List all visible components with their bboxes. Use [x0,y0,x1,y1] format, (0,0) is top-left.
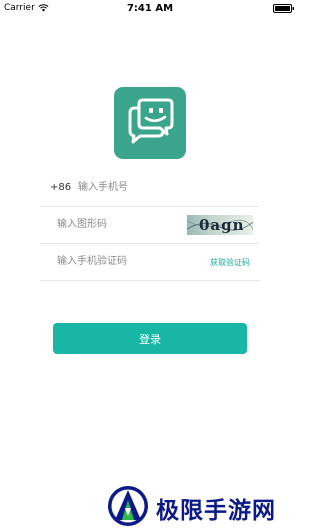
watermark-text: 极限手游网 [156,498,276,524]
country-code[interactable]: +86 [50,182,71,193]
watermark-logo-icon [108,486,148,526]
captcha-text: 0agn [199,216,245,234]
captcha-input[interactable] [57,215,177,233]
status-bar: Carrier 7:41 AM [0,0,300,18]
battery-icon [273,4,294,13]
watermark: 极限手游网 [106,484,296,528]
phone-input[interactable] [78,178,248,196]
login-form: +86 0agn 获取验证码 [40,170,260,281]
phone-row: +86 [40,170,260,207]
sms-code-row: 获取验证码 [40,244,260,281]
captcha-row: 0agn [40,207,260,244]
chat-bubbles-icon [128,98,174,144]
app-logo [114,87,186,159]
status-time: 7:41 AM [126,3,174,14]
sms-code-input[interactable] [57,252,177,270]
login-button[interactable]: 登录 [53,323,247,354]
captcha-image[interactable]: 0agn [187,215,253,235]
get-code-button[interactable]: 获取验证码 [210,257,250,268]
